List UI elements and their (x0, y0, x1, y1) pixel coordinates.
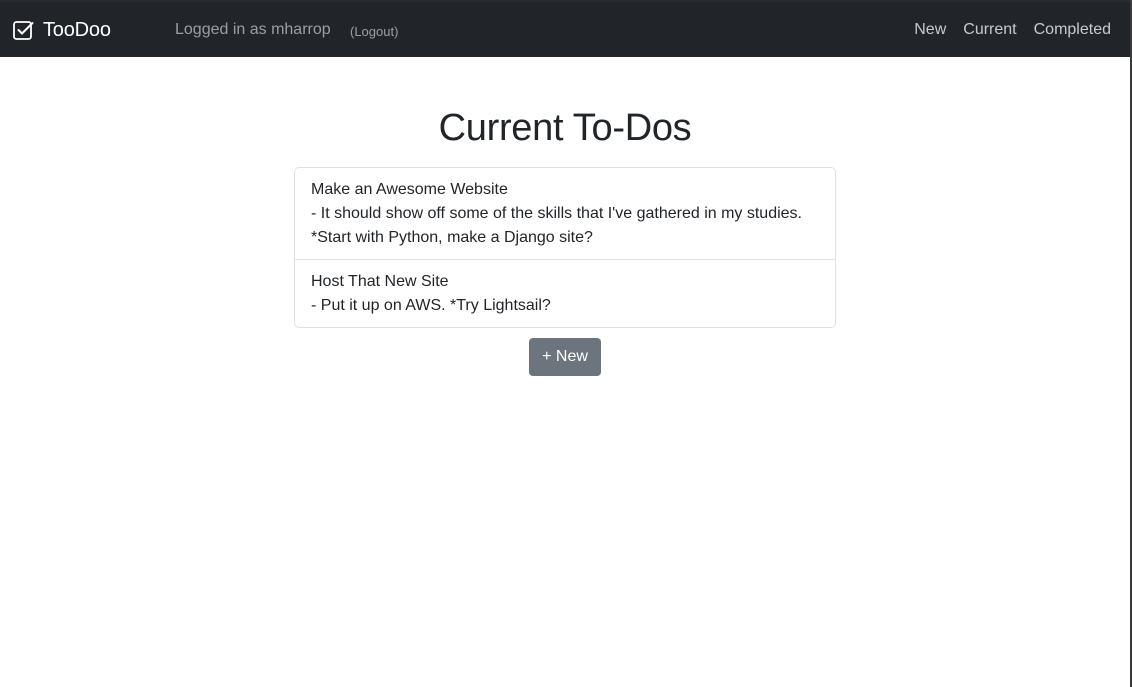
nav-link-completed[interactable]: Completed (1034, 21, 1111, 39)
page-title: Current To-Dos (438, 107, 692, 149)
todo-item[interactable]: Host That New Site - Put it up on AWS. *… (295, 259, 835, 327)
logout-link[interactable]: (Logout) (350, 24, 398, 39)
top-navbar: TooDoo Logged in as mharrop (Logout) New… (0, 0, 1130, 57)
login-status: Logged in as mharrop (175, 21, 331, 38)
todo-item[interactable]: Make an Awesome Website - It should show… (295, 168, 835, 259)
new-todo-button[interactable]: + New (529, 338, 601, 376)
check-square-icon (12, 19, 34, 41)
nav-link-current[interactable]: Current (963, 21, 1016, 39)
nav-link-new[interactable]: New (914, 21, 946, 39)
app-window: TooDoo Logged in as mharrop (Logout) New… (0, 0, 1132, 687)
todo-note: - It should show off some of the skills … (311, 205, 802, 222)
todo-note: *Start with Python, make a Django site? (311, 229, 593, 246)
todo-list: Make an Awesome Website - It should show… (294, 167, 836, 328)
brand-name: TooDoo (43, 18, 111, 41)
brand-link[interactable]: TooDoo (12, 17, 111, 43)
todo-note: - Put it up on AWS. *Try Lightsail? (311, 297, 551, 314)
nav-links: New Current Completed (914, 21, 1111, 39)
todo-title: Make an Awesome Website (311, 181, 508, 198)
todo-title: Host That New Site (311, 273, 449, 290)
